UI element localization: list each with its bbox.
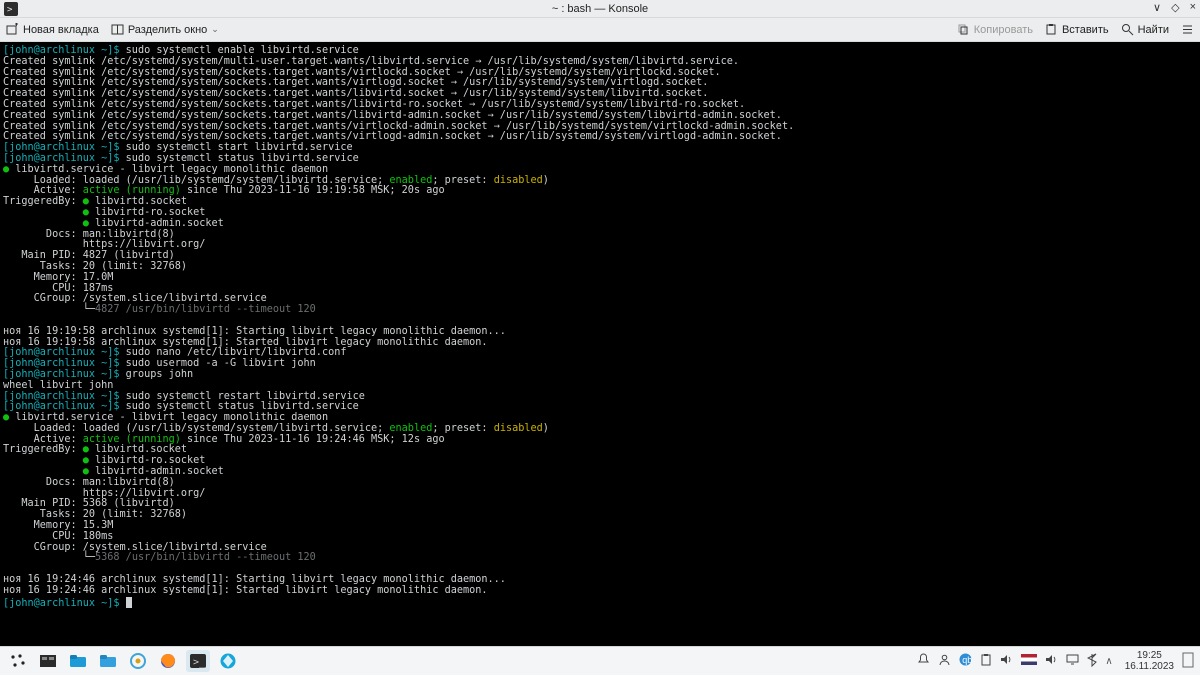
svg-text:>: >: [7, 5, 13, 15]
svg-text:>_: >_: [193, 657, 206, 668]
find-button[interactable]: Найти: [1121, 23, 1169, 36]
system-tray: qb ∧ 19:25 16.11.2023: [917, 650, 1194, 672]
taskbar: >_ qb ∧ 19:25 16.11.2023: [0, 646, 1200, 675]
split-button[interactable]: Разделить окно ⌄: [111, 23, 219, 36]
display-icon[interactable]: [1066, 653, 1079, 669]
svg-text:qb: qb: [963, 655, 973, 665]
show-desktop-button[interactable]: [1182, 651, 1194, 672]
window-title: ~ : bash — Konsole: [0, 3, 1200, 15]
bluetooth-icon[interactable]: [1087, 653, 1097, 670]
split-label: Разделить окно: [128, 24, 207, 36]
volume2-icon[interactable]: [1045, 653, 1058, 669]
clipboard-icon[interactable]: [980, 653, 992, 669]
kate-button[interactable]: [216, 650, 240, 672]
toolbar: Новая вкладка Разделить окно ⌄ Копироват…: [0, 18, 1200, 42]
minimize-button[interactable]: ∨: [1153, 1, 1161, 14]
dolphin-button[interactable]: [96, 650, 120, 672]
maximize-button[interactable]: ◇: [1171, 1, 1179, 14]
prompt: [john@archlinux ~]$: [3, 45, 126, 56]
chevron-down-icon: ⌄: [211, 24, 219, 35]
new-tab-button[interactable]: Новая вкладка: [6, 23, 99, 36]
terminal-view[interactable]: [john@archlinux ~]$ sudo systemctl enabl…: [0, 42, 1200, 646]
new-tab-label: Новая вкладка: [23, 24, 99, 36]
paste-button[interactable]: Вставить: [1045, 23, 1109, 36]
clock-time: 19:25: [1125, 650, 1174, 661]
copy-icon: [957, 23, 970, 36]
chakra-button[interactable]: [126, 650, 150, 672]
konsole-icon: >: [4, 2, 18, 16]
close-button[interactable]: ×: [1190, 1, 1196, 14]
search-icon: [1121, 23, 1134, 36]
copy-button[interactable]: Копировать: [957, 23, 1033, 36]
titlebar: > ~ : bash — Konsole ∨ ◇ ×: [0, 0, 1200, 18]
taskbar-clock[interactable]: 19:25 16.11.2023: [1125, 650, 1174, 672]
filemanager-button[interactable]: [66, 650, 90, 672]
firefox-button[interactable]: [156, 650, 180, 672]
qb-tray-icon[interactable]: qb: [959, 653, 972, 669]
keyboard-layout-icon[interactable]: [1021, 654, 1037, 668]
window-controls: ∨ ◇ ×: [1153, 1, 1196, 14]
menu-icon: [1181, 23, 1194, 36]
clock-date: 16.11.2023: [1125, 661, 1174, 672]
copy-label: Копировать: [974, 24, 1033, 36]
terminal-cursor: [126, 597, 132, 608]
tray-chevron-icon[interactable]: ∧: [1105, 656, 1112, 667]
hamburger-button[interactable]: [1181, 23, 1194, 36]
volume-icon[interactable]: [1000, 653, 1013, 669]
paste-label: Вставить: [1062, 24, 1109, 36]
user-icon[interactable]: [938, 653, 951, 669]
paste-icon: [1045, 23, 1058, 36]
konsole-task-button[interactable]: >_: [186, 650, 210, 672]
new-tab-icon: [6, 23, 19, 36]
notification-icon[interactable]: [917, 653, 930, 669]
task-view-button[interactable]: [36, 650, 60, 672]
app-launcher-button[interactable]: [6, 650, 30, 672]
split-icon: [111, 23, 124, 36]
find-label: Найти: [1138, 24, 1169, 36]
